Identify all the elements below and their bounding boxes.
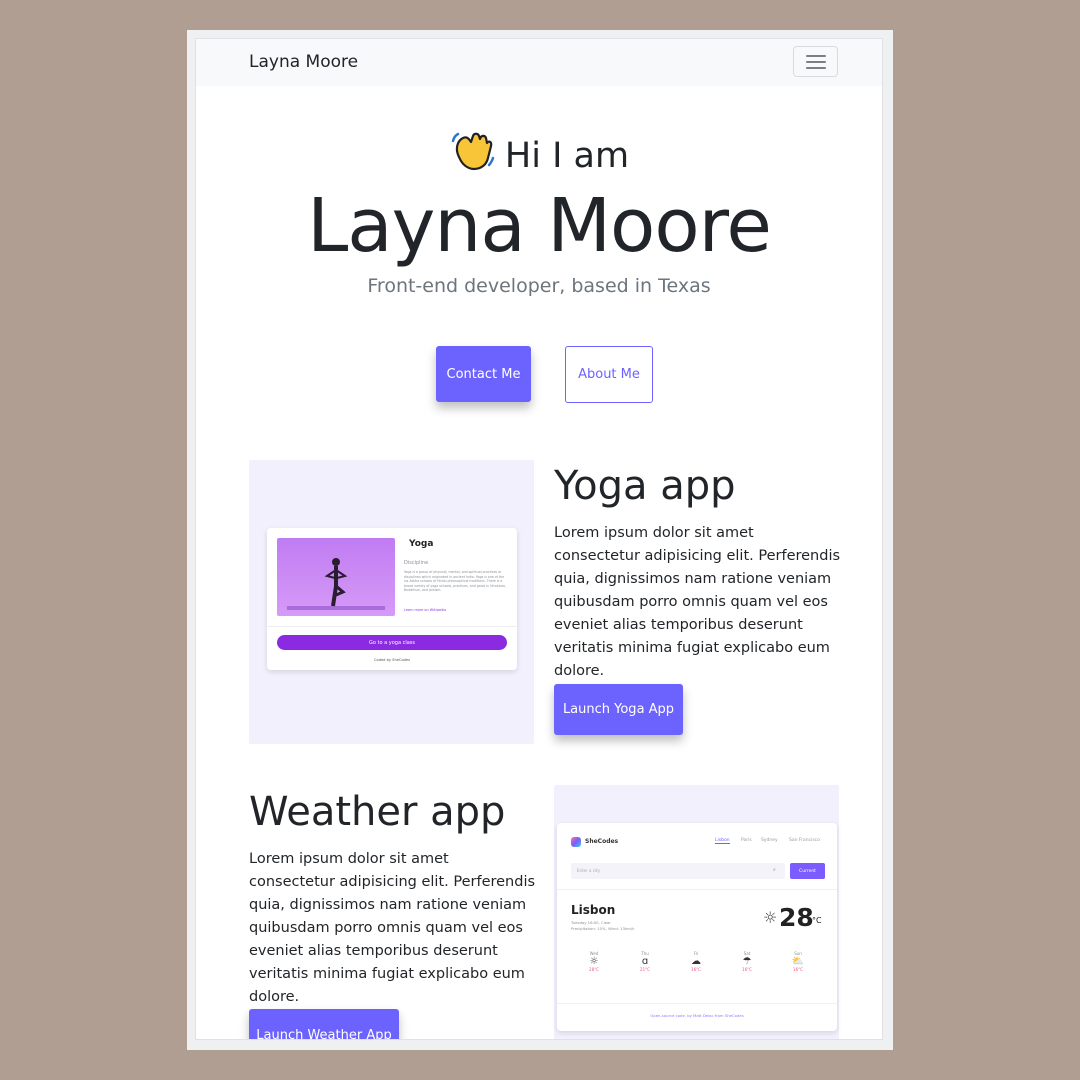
hamburger-icon <box>806 55 826 57</box>
weather-preview-tab-0: Lisbon <box>715 838 730 844</box>
hero-subtitle: Front-end developer, based in Texas <box>367 275 711 297</box>
forecast-temp: 16°C <box>742 967 752 972</box>
weather-preview-card: SheCodes Lisbon Paris Sydney San Francis… <box>557 823 837 1031</box>
yoga-preview-divider <box>267 626 517 627</box>
weather-preview-unit: °C <box>812 916 822 925</box>
forecast-day: Thu ɑ 21°C <box>630 951 660 972</box>
weather-preview[interactable]: SheCodes Lisbon Paris Sydney San Francis… <box>554 785 839 1039</box>
sun-icon: ☼ <box>589 956 599 967</box>
forecast-temp: 16°C <box>691 967 701 972</box>
navbar-brand[interactable]: Layna Moore <box>249 52 358 72</box>
forecast-temp: 28°C <box>589 967 599 972</box>
about-me-button[interactable]: About Me <box>565 346 653 403</box>
hamburger-icon-bar <box>806 61 826 63</box>
weather-preview-forecast: Wed ☼ 28°C Thu ɑ 21°C Fri ☁ 16°C Sat ☂ 1… <box>569 951 825 991</box>
cloud-icon: ☁ <box>691 956 701 967</box>
shecodes-logo-icon <box>571 837 581 847</box>
navbar: Layna Moore <box>196 39 882 86</box>
weather-preview-details: Tuesday 16:00, Clear <box>571 920 611 925</box>
weather-preview-tab-1: Paris <box>741 838 752 843</box>
browser-frame: Layna Moore Hi I am Layna Moore Front-en… <box>187 30 893 1050</box>
forecast-day: Wed ☼ 28°C <box>579 951 609 972</box>
greeting-text: Hi I am <box>504 136 630 176</box>
launch-weather-app-button[interactable]: Launch Weather App <box>249 1009 399 1039</box>
yoga-preview-cta: Go to a yoga class <box>277 635 507 650</box>
yoga-app-title: Yoga app <box>554 463 736 509</box>
weather-preview-footer: Open-source code, by Matt Delac from She… <box>650 1013 744 1018</box>
forecast-day: Sun ⛅ 16°C <box>783 951 813 972</box>
launch-yoga-app-button[interactable]: Launch Yoga App <box>554 684 683 735</box>
weather-preview-footer-divider <box>557 1003 837 1004</box>
weather-preview-current-button: Current <box>790 863 825 879</box>
forecast-day: Sat ☂ 16°C <box>732 951 762 972</box>
weather-preview-tab-3: San Francisco <box>789 838 820 843</box>
wind-icon: ɑ <box>641 956 649 967</box>
weather-preview-search-placeholder: Enter a city <box>577 868 600 873</box>
search-icon: ⌕ <box>773 867 776 873</box>
weather-preview-search: Enter a city ⌕ <box>571 863 785 879</box>
waving-hand-icon <box>451 132 495 171</box>
yoga-preview[interactable]: Yoga Discipline Yoga is a group of physi… <box>249 460 534 744</box>
yoga-preview-body: Yoga is a group of physical, mental, and… <box>404 570 507 593</box>
contact-me-button[interactable]: Contact Me <box>436 346 531 402</box>
yoga-preview-card: Yoga Discipline Yoga is a group of physi… <box>267 528 517 670</box>
hero-greeting: Hi I am <box>196 127 882 176</box>
weather-preview-temp: 28 <box>779 903 814 932</box>
partly-cloudy-icon: ⛅ <box>791 956 805 967</box>
weather-preview-current-icon: ☼ <box>763 908 778 927</box>
weather-preview-divider <box>557 889 837 890</box>
weather-app-title: Weather app <box>249 789 506 835</box>
forecast-day: Fri ☁ 16°C <box>681 951 711 972</box>
yoga-app-description: Lorem ipsum dolor sit amet consectetur a… <box>554 525 841 679</box>
menu-toggle-button[interactable] <box>793 46 838 77</box>
weather-preview-city: Lisbon <box>571 903 616 917</box>
weather-app-description: Lorem ipsum dolor sit amet consectetur a… <box>249 851 536 1005</box>
weather-preview-tab-2: Sydney <box>761 838 778 843</box>
hero-name: Layna Moore <box>307 183 772 269</box>
forecast-temp: 21°C <box>640 967 650 972</box>
forecast-temp: 16°C <box>793 967 803 972</box>
portfolio-page: Layna Moore Hi I am Layna Moore Front-en… <box>195 38 883 1040</box>
yoga-preview-title: Yoga <box>409 539 434 549</box>
rain-icon: ☂ <box>742 956 752 967</box>
yoga-preview-footer: Coded by SheCodes <box>373 658 411 662</box>
yoga-preview-subtitle: Discipline <box>404 560 429 566</box>
yoga-pose-figure <box>287 558 385 610</box>
weather-preview-logo: SheCodes <box>585 838 619 845</box>
hamburger-icon-bar <box>806 67 826 69</box>
yoga-preview-link: Learn more on Wikipedia <box>404 608 447 612</box>
weather-preview-details2: Precipitation: 15%, Wind: 13km/h <box>571 926 635 931</box>
yoga-preview-image <box>277 538 395 616</box>
